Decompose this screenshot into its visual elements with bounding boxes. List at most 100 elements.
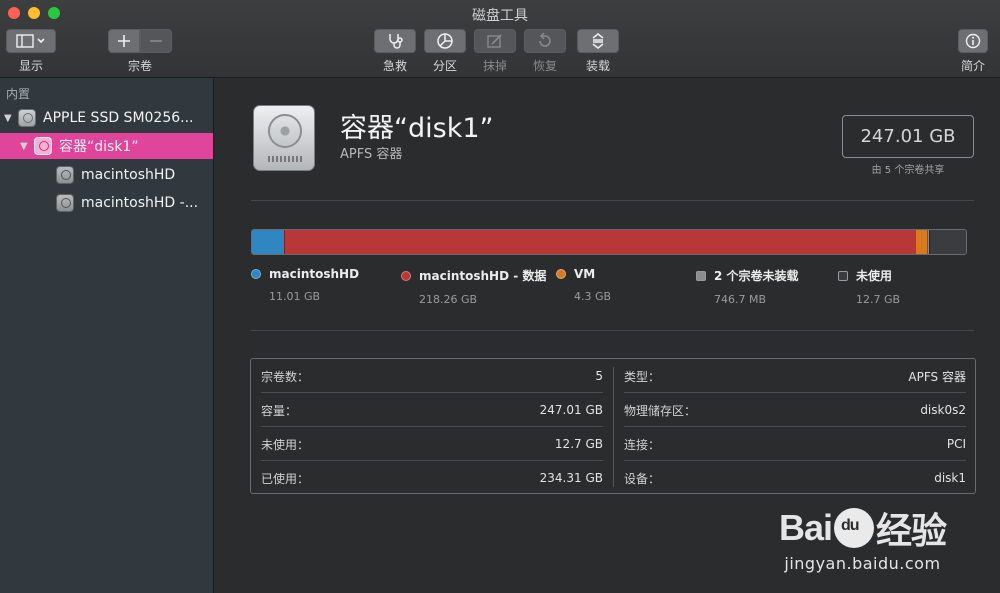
volume-subtitle: APFS 容器 — [340, 147, 403, 162]
restore-button[interactable] — [524, 29, 566, 53]
remove-volume-button[interactable] — [140, 29, 172, 53]
internal-disk-icon — [18, 109, 36, 127]
view-button[interactable] — [6, 29, 56, 53]
info-button[interactable] — [958, 29, 988, 53]
view-label: 显示 — [18, 59, 43, 73]
info-row: 宗卷数： 5 — [251, 359, 613, 393]
toolbar: 磁盘工具 显示 宗卷 急救 分区 抹掉 恢复 装载 简介 — [0, 0, 1000, 78]
legend-label: macintoshHD — [269, 267, 360, 281]
info-value: PCI — [946, 437, 966, 451]
partition-control[interactable]: 分区 — [424, 29, 466, 74]
info-key: 连接： — [624, 437, 661, 452]
info-row: 物理储存区： disk0s2 — [614, 393, 976, 427]
legend-color-marker — [556, 269, 566, 279]
disclosure-triangle-icon[interactable]: ▼ — [20, 141, 34, 152]
info-key: 设备： — [624, 471, 661, 486]
window-title: 磁盘工具 — [472, 8, 528, 24]
legend-color-marker — [251, 269, 261, 279]
info-control[interactable]: 简介 — [958, 29, 988, 74]
info-key: 未使用： — [261, 437, 310, 452]
disclosure-triangle-icon[interactable]: ▼ — [4, 113, 18, 124]
add-volume-button[interactable] — [108, 29, 140, 53]
info-value: 234.31 GB — [539, 471, 603, 485]
minus-icon — [150, 40, 162, 42]
info-value: 5 — [595, 369, 603, 383]
info-row: 类型： APFS 容器 — [614, 359, 976, 393]
partition-label: 分区 — [432, 59, 457, 73]
info-column-right: 类型： APFS 容器物理储存区： disk0s2 连接： PCI 设备： disk1 — [614, 359, 976, 495]
info-key: 容量： — [261, 403, 298, 418]
info-value: disk1 — [934, 471, 966, 485]
legend-size: 218.26 GB — [419, 293, 478, 306]
view-control[interactable]: 显示 — [6, 29, 56, 74]
sidebar-item-disk[interactable]: ▼ APPLE SSD SM0256... — [0, 105, 213, 131]
restore-control[interactable]: 恢复 — [524, 29, 566, 74]
info-row: 已使用： 234.31 GB — [251, 461, 613, 495]
info-label: 简介 — [960, 59, 985, 73]
first-aid-control[interactable]: 急救 — [374, 29, 416, 74]
volume-control[interactable]: 宗卷 — [108, 29, 172, 74]
info-value: APFS 容器 — [908, 369, 966, 384]
volume-icon — [56, 166, 74, 184]
first-aid-button[interactable] — [374, 29, 416, 53]
pie-chart-icon — [437, 33, 453, 49]
mount-control[interactable]: 装载 — [577, 29, 619, 74]
container-name: 容器“disk1” — [59, 139, 139, 155]
usage-segment — [283, 230, 915, 254]
sidebar-item-volume[interactable]: macintoshHD — [0, 162, 213, 188]
divider — [251, 200, 974, 201]
legend-size: 12.7 GB — [856, 293, 901, 306]
stethoscope-icon — [389, 34, 403, 49]
sidebar-item-container[interactable]: ▼ 容器“disk1” — [0, 133, 213, 159]
volume-label: 宗卷 — [127, 59, 152, 73]
usage-segment — [252, 230, 284, 254]
divider — [251, 330, 974, 331]
first-aid-label: 急救 — [382, 59, 407, 73]
legend-size: 4.3 GB — [574, 290, 612, 303]
legend-label: 2 个宗卷未装载 — [714, 269, 799, 283]
legend-item: 2 个宗卷未装载 746.7 MB — [696, 267, 799, 306]
info-value: disk0s2 — [920, 403, 966, 417]
legend-item: 未使用 12.7 GB — [838, 267, 900, 306]
erase-control[interactable]: 抹掉 — [474, 29, 516, 74]
info-row: 设备： disk1 — [614, 461, 976, 495]
info-row: 未使用： 12.7 GB — [251, 427, 613, 461]
legend-color-marker — [696, 270, 706, 281]
sidebar-section-internal: 内置 — [6, 87, 31, 101]
restore-icon — [539, 32, 551, 47]
legend-label: 未使用 — [856, 269, 893, 283]
mount-icon — [592, 33, 604, 49]
info-row: 容量： 247.01 GB — [251, 393, 613, 427]
legend-color-marker — [401, 270, 411, 281]
legend-size: 11.01 GB — [269, 290, 321, 303]
info-row: 连接： PCI — [614, 427, 976, 461]
legend-color-marker — [838, 270, 848, 281]
volume-title: 容器“disk1” — [340, 113, 494, 144]
mount-label: 装载 — [585, 59, 610, 73]
legend-label: VM — [574, 267, 596, 281]
legend-item: macintoshHD - 数据 218.26 GB — [401, 267, 546, 306]
hard-disk-icon — [253, 105, 315, 171]
partition-button[interactable] — [424, 29, 466, 53]
info-table: 宗卷数： 5 容量： 247.01 GB 未使用： 12.7 GB 已使用： 234.31 G… — [250, 358, 976, 494]
mount-button[interactable] — [577, 29, 619, 53]
legend-item: macintoshHD 11.01 GB — [251, 267, 359, 303]
usage-segment — [914, 230, 928, 254]
plus-icon — [118, 35, 130, 47]
volume-icon — [56, 194, 74, 212]
erase-button[interactable] — [474, 29, 516, 53]
sidebar-item-volume[interactable]: macintoshHD -... — [0, 190, 213, 216]
usage-segment — [929, 230, 966, 254]
disk-name: APPLE SSD SM0256... — [43, 110, 194, 126]
restore-label: 恢复 — [532, 59, 557, 73]
erase-icon — [487, 34, 502, 48]
info-key: 宗卷数： — [261, 369, 310, 384]
info-key: 类型： — [624, 369, 661, 384]
volume-name: macintoshHD -... — [81, 195, 199, 211]
capacity-note: 由 5 个宗卷共享 — [871, 165, 945, 176]
sidebar-icon — [16, 34, 45, 48]
legend-item: VM 4.3 GB — [556, 267, 611, 303]
baidu-watermark: Bai经验 jingyan.baidu.com — [779, 502, 947, 573]
paw-logo-icon — [833, 508, 874, 548]
info-value: 247.01 GB — [539, 403, 603, 417]
